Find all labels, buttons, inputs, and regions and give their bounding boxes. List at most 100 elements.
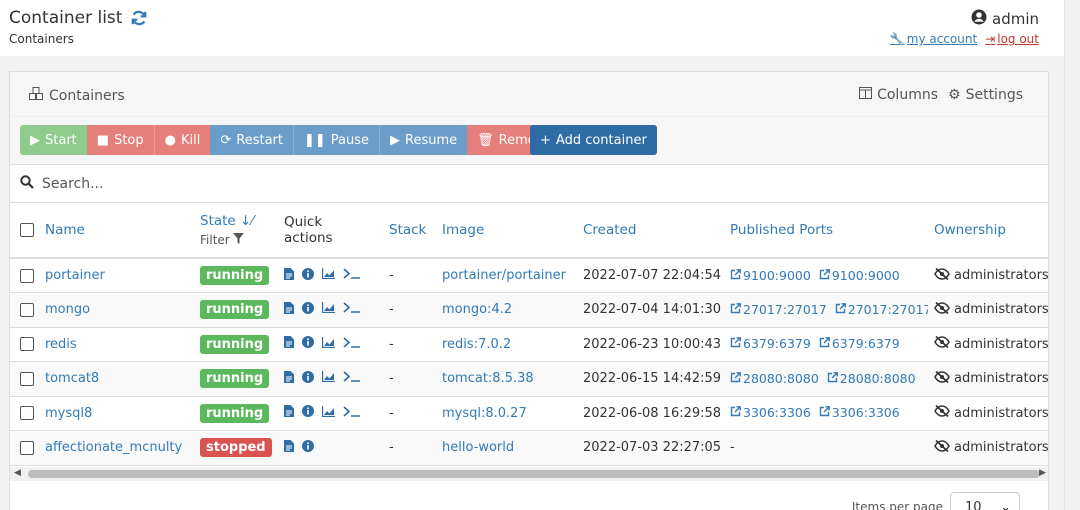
quick-actions-cell (278, 396, 383, 431)
table-row: tomcat8 running - tomcat:8.5.38 2022-06-15 1… (10, 361, 1049, 397)
console-icon[interactable] (343, 371, 361, 382)
logs-icon[interactable] (284, 301, 294, 314)
published-port-link[interactable]: 3306:3306 (730, 405, 811, 420)
state-filter[interactable]: Filter (200, 232, 244, 247)
status-badge: running (200, 334, 270, 354)
add-container-button[interactable]: + Add container (530, 125, 657, 155)
console-icon[interactable] (343, 302, 361, 313)
scroll-left-icon[interactable]: ◀ (14, 468, 21, 478)
port-text: 28080:8080 (743, 370, 819, 386)
container-name-link[interactable]: mongo (45, 302, 90, 317)
logs-icon[interactable] (284, 439, 294, 452)
logs-icon[interactable] (284, 405, 294, 418)
published-ports-header[interactable]: Published Ports (724, 203, 928, 259)
published-port-link[interactable]: 28080:8080 (827, 371, 916, 386)
kill-button[interactable]: ● Kill (153, 125, 211, 155)
horizontal-scrollbar[interactable]: ◀ ▶ (10, 467, 1048, 481)
select-all-checkbox[interactable] (20, 223, 34, 237)
image-link[interactable]: mysql:8.0.27 (442, 406, 527, 421)
stats-icon[interactable] (322, 302, 335, 314)
ownership: administrators (934, 301, 1048, 318)
row-select-cell (10, 430, 39, 466)
info-icon[interactable] (302, 267, 314, 280)
stats-icon[interactable] (322, 336, 335, 348)
published-port-link[interactable]: 28080:8080 (730, 371, 819, 386)
panel-title: Containers (29, 87, 125, 104)
ownership-header[interactable]: Ownership (928, 203, 1048, 259)
ownership-text: administrators (954, 336, 1049, 352)
logs-icon[interactable] (284, 370, 294, 383)
refresh-icon[interactable] (130, 9, 148, 27)
items-per-page-value: 10 (965, 499, 982, 510)
row-checkbox[interactable] (20, 371, 34, 386)
published-port-link[interactable]: 27017:27017 (730, 302, 827, 317)
image-link[interactable]: redis:7.0.2 (442, 337, 511, 352)
image-link[interactable]: portainer/portainer (442, 268, 566, 283)
quick-actions-cell (278, 361, 383, 397)
scrollbar-thumb[interactable] (28, 470, 1040, 478)
search-input[interactable] (42, 175, 442, 192)
stats-icon[interactable] (322, 405, 335, 417)
ownership-text: administrators (954, 268, 1049, 283)
published-port-link[interactable]: 6379:6379 (819, 336, 900, 351)
image-link[interactable]: mongo:4.2 (442, 302, 512, 317)
container-name-link[interactable]: redis (45, 337, 77, 352)
published-port-link[interactable]: 9100:9000 (819, 268, 900, 283)
published-port-link[interactable]: 27017:27017 (835, 302, 928, 317)
container-name-link[interactable]: portainer (45, 268, 105, 283)
my-account-link[interactable]: 🔧 my account (890, 32, 977, 46)
image-link[interactable]: tomcat:8.5.38 (442, 371, 534, 386)
resume-button[interactable]: ▶ Resume (379, 125, 468, 155)
row-checkbox[interactable] (20, 302, 34, 317)
items-per-page-select[interactable]: 10 ⌄ (950, 492, 1020, 510)
state-header[interactable]: State ↓⁄ Filter (194, 203, 278, 259)
console-icon[interactable] (343, 337, 361, 348)
container-name-link[interactable]: affectionate_mcnulty (45, 440, 182, 455)
restart-button[interactable]: ⟳ Restart (210, 125, 293, 155)
created-header[interactable]: Created (577, 203, 724, 259)
page-scrollbar[interactable] (1064, 0, 1080, 510)
image-link[interactable]: hello-world (442, 440, 514, 455)
ownership-text: administrators (954, 371, 1049, 387)
row-checkbox[interactable] (20, 440, 34, 455)
scroll-right-icon[interactable]: ▶ (1039, 468, 1046, 478)
row-select-cell (10, 396, 39, 431)
name-header[interactable]: Name (39, 203, 194, 259)
log-out-link[interactable]: ⇥ log out (985, 32, 1039, 46)
search-bar (10, 165, 1048, 203)
logs-icon[interactable] (284, 267, 294, 280)
row-checkbox[interactable] (20, 268, 34, 283)
add-container-label: Add container (555, 132, 647, 148)
stats-icon[interactable] (322, 268, 335, 279)
restart-label: Restart (236, 132, 283, 148)
container-name-link[interactable]: tomcat8 (45, 371, 99, 386)
published-port-link[interactable]: 9100:9000 (730, 268, 811, 283)
pause-button[interactable]: ❚❚ Pause (292, 125, 380, 155)
image-header[interactable]: Image (436, 203, 577, 259)
row-checkbox[interactable] (20, 337, 34, 352)
row-checkbox[interactable] (20, 406, 34, 421)
columns-button[interactable]: Columns (859, 87, 938, 103)
published-port-link[interactable]: 3306:3306 (819, 405, 900, 420)
info-icon[interactable] (302, 301, 314, 314)
container-name-link[interactable]: mysql8 (45, 406, 92, 421)
info-icon[interactable] (302, 370, 314, 383)
info-icon[interactable] (302, 439, 314, 452)
stack-header[interactable]: Stack (383, 203, 436, 259)
start-button[interactable]: ▶ Start (20, 125, 87, 155)
info-icon[interactable] (302, 405, 314, 418)
published-port-link[interactable]: 6379:6379 (730, 336, 811, 351)
sign-out-icon: ⇥ (985, 32, 996, 46)
info-icon[interactable] (302, 336, 314, 349)
stats-icon[interactable] (322, 371, 335, 383)
console-icon[interactable] (343, 406, 361, 417)
console-icon[interactable] (343, 268, 361, 279)
external-link-icon (835, 302, 846, 317)
ports-cell: 28080:8080 28080:8080 (724, 361, 928, 397)
quick-actions-cell (278, 430, 383, 466)
stop-button[interactable]: ■ Stop (86, 125, 154, 155)
settings-button[interactable]: ⚙ Settings (948, 87, 1023, 103)
logs-icon[interactable] (284, 336, 294, 349)
select-all-cell (10, 203, 39, 259)
quick-actions-line2: actions (284, 230, 333, 246)
